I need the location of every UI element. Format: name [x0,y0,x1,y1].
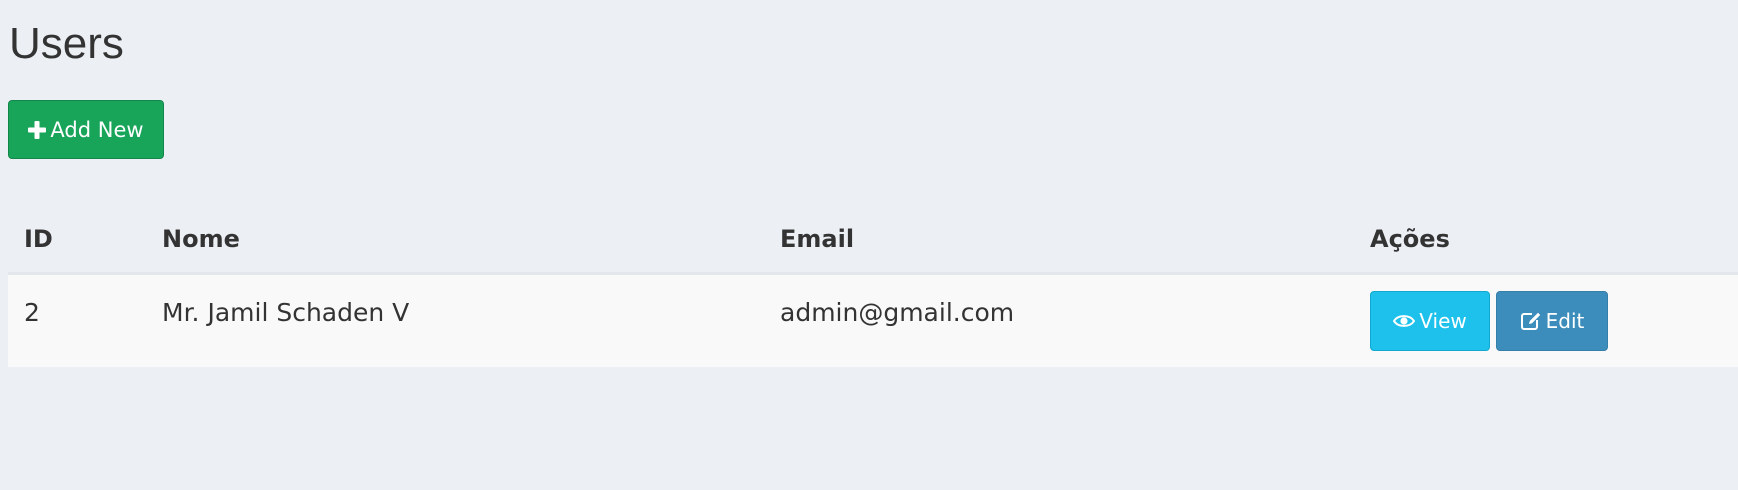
add-new-label: Add New [50,117,144,142]
column-header-nome: Nome [162,225,240,253]
users-table: ID Nome Email Ações 2 Mr. Jamil Schaden … [8,206,1738,367]
page-title: Users [9,19,124,68]
table-header: ID Nome Email Ações [8,206,1738,275]
edit-icon [1520,311,1542,331]
add-new-button[interactable]: Add New [8,100,164,159]
edit-button[interactable]: Edit [1496,291,1608,351]
view-label: View [1419,309,1467,333]
view-button[interactable]: View [1370,291,1490,351]
edit-label: Edit [1545,309,1585,333]
column-header-acoes: Ações [1370,225,1450,253]
column-header-id: ID [24,225,53,253]
cell-email: admin@gmail.com [780,298,1015,327]
table-row: 2 Mr. Jamil Schaden V admin@gmail.com Vi… [8,275,1738,367]
plus-icon [28,120,47,139]
row-actions: View Edit [1370,291,1608,351]
eye-icon [1393,313,1416,329]
cell-id: 2 [24,298,40,327]
column-header-email: Email [780,225,855,253]
cell-nome: Mr. Jamil Schaden V [162,298,410,327]
